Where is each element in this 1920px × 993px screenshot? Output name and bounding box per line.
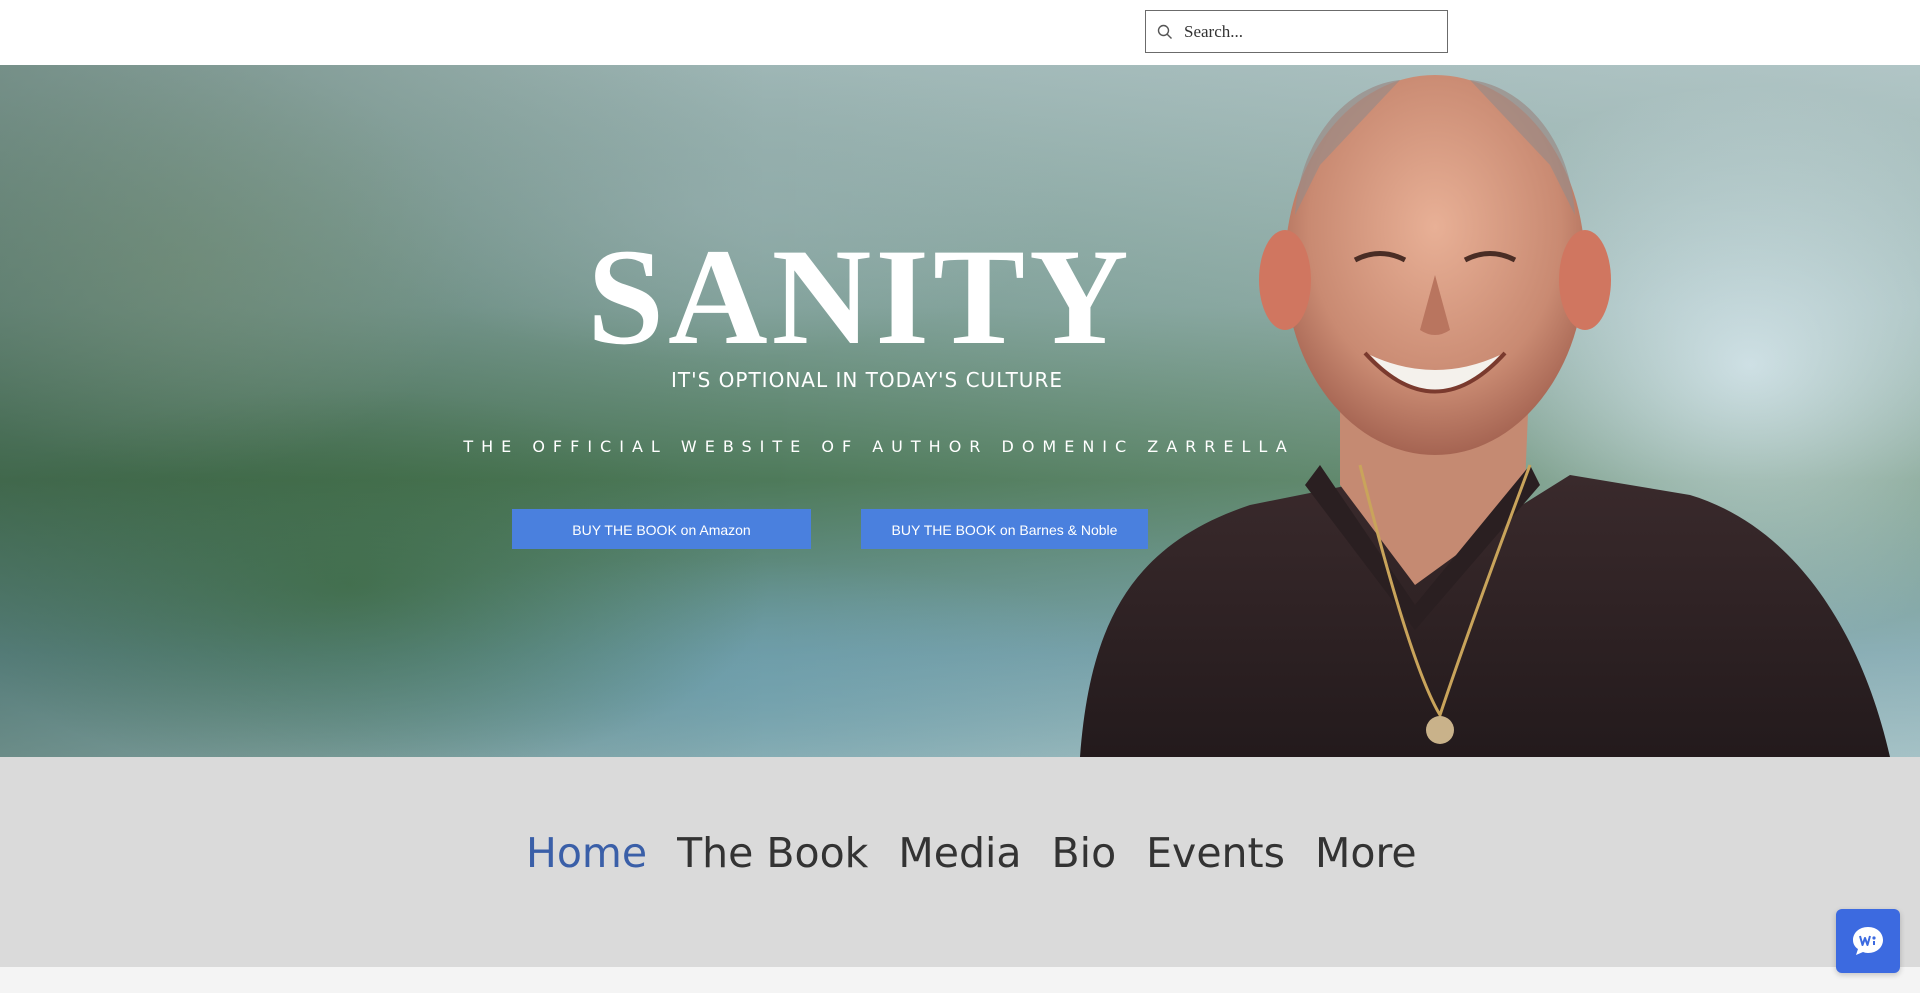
nav-item-home[interactable]: Home: [526, 829, 647, 877]
buy-amazon-button[interactable]: BUY THE BOOK on Amazon: [512, 509, 811, 549]
site-header: [0, 0, 1920, 66]
buy-barnes-noble-button[interactable]: BUY THE BOOK on Barnes & Noble: [861, 509, 1148, 549]
search-icon: [1157, 24, 1172, 39]
search-input[interactable]: [1184, 11, 1444, 52]
nav-menu: Home The Book Media Bio Events More: [526, 829, 1417, 877]
nav-item-the-book[interactable]: The Book: [677, 829, 868, 877]
nav-item-more[interactable]: More: [1315, 829, 1417, 877]
nav-item-bio[interactable]: Bio: [1052, 829, 1117, 877]
hero-title: SANITY: [587, 220, 1133, 373]
chat-icon: [1853, 927, 1883, 955]
hero-section: SANITY IT'S OPTIONAL IN TODAY'S CULTURE …: [0, 65, 1920, 757]
hero-subtitle: IT'S OPTIONAL IN TODAY'S CULTURE: [671, 368, 1063, 392]
author-photo: [1080, 75, 1890, 757]
hero-tagline: THE OFFICIAL WEBSITE OF AUTHOR DOMENIC Z…: [463, 437, 1295, 456]
nav-item-events[interactable]: Events: [1146, 829, 1285, 877]
main-navigation: Home The Book Media Bio Events More: [0, 757, 1920, 967]
nav-item-media[interactable]: Media: [898, 829, 1021, 877]
search-box[interactable]: [1145, 10, 1448, 53]
chat-button[interactable]: [1836, 909, 1900, 973]
